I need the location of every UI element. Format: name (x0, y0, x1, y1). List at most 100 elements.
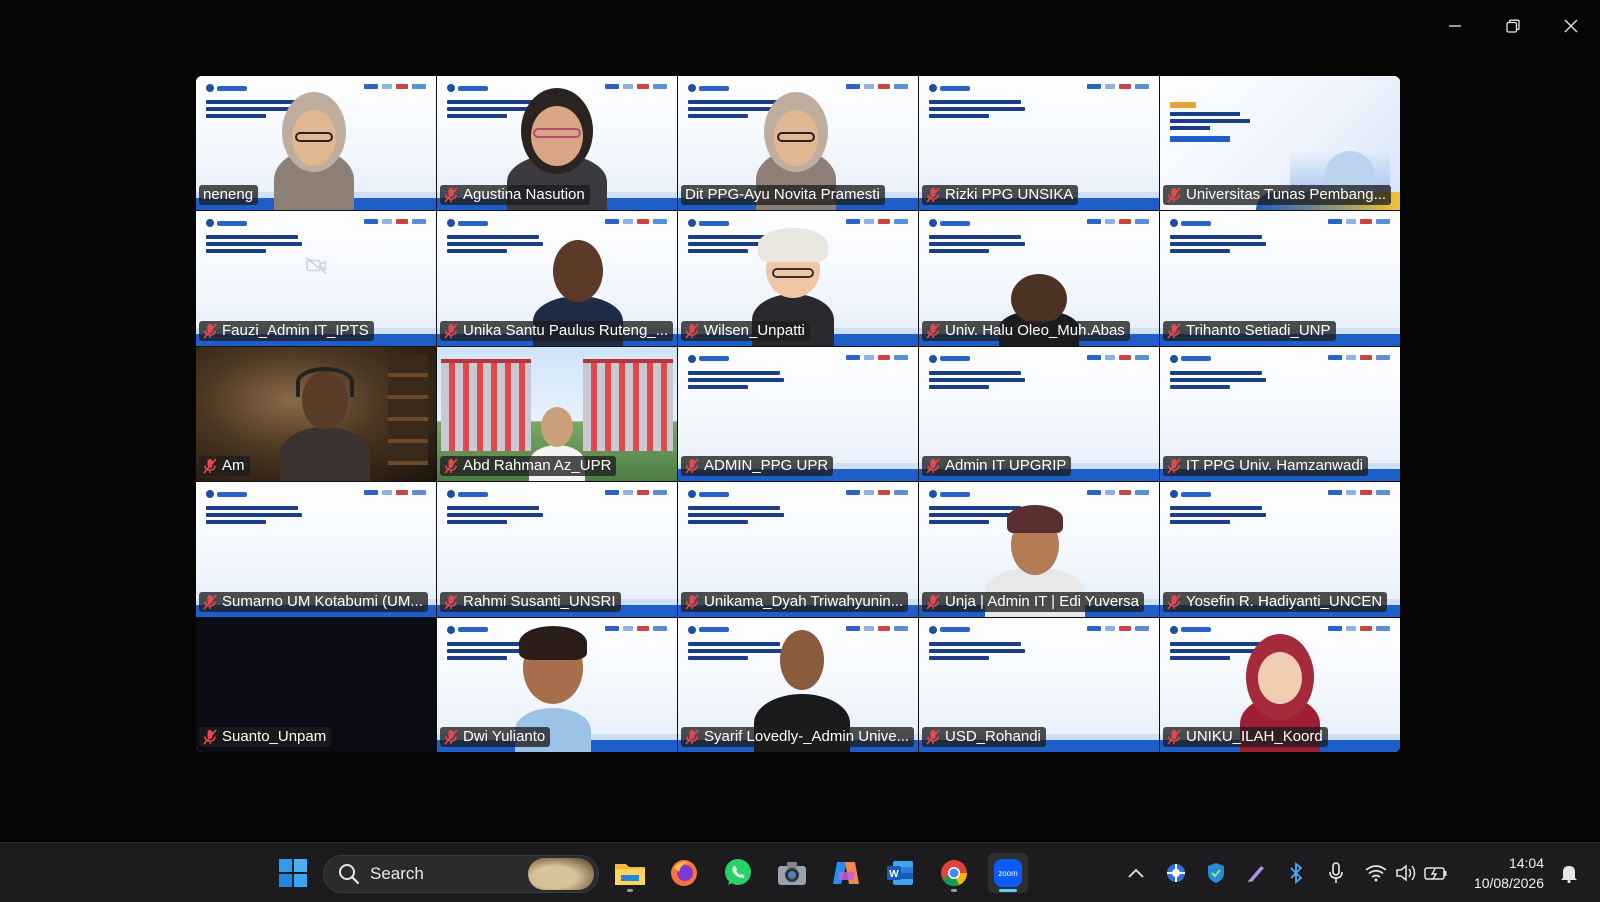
participant-tile[interactable]: Agustina Nasution (437, 76, 677, 211)
chevron-up-icon[interactable] (1120, 843, 1152, 902)
participant-name: Fauzi_Admin IT_IPTS (222, 321, 369, 339)
participant-name-label: Wilsen_Unpatti (681, 320, 810, 341)
file-explorer-icon[interactable] (610, 853, 650, 893)
participant-name: UNIKU_ILAH_Koord (1186, 727, 1323, 745)
participant-tile[interactable]: Unikama_Dyah Triwahyunin... (678, 482, 918, 617)
mic-muted-icon (203, 323, 217, 339)
pen-icon[interactable] (1240, 843, 1272, 902)
copilot-icon[interactable] (826, 853, 866, 893)
mic-muted-icon (1167, 458, 1181, 474)
participant-tile[interactable]: IT PPG Univ. Hamzanwadi (1160, 346, 1400, 482)
participant-name: Wilsen_Unpatti (704, 321, 805, 339)
participant-name: Suanto_Unpam (222, 727, 327, 745)
participant-name: Dit PPG-Ayu Novita Pramesti (685, 186, 880, 204)
participant-name: IT PPG Univ. Hamzanwadi (1186, 457, 1364, 475)
participant-tile[interactable]: Am (196, 346, 436, 482)
participant-tile[interactable]: Dit PPG-Ayu Novita Pramesti (678, 76, 918, 211)
mic-muted-icon (203, 729, 217, 745)
mic-muted-icon (444, 458, 458, 474)
zoom-icon-label: zoom (998, 869, 1018, 878)
search-highlight-image (528, 858, 594, 890)
mic-muted-icon (685, 729, 699, 745)
mic-muted-icon (203, 458, 217, 474)
participant-name: Universitas Tunas Pembang... (1186, 186, 1387, 204)
mic-muted-icon (926, 323, 940, 339)
participant-tile[interactable]: Unika Santu Paulus Ruteng_... (437, 211, 677, 346)
close-icon[interactable] (1548, 10, 1594, 42)
participant-tile[interactable]: Dwi Yulianto (437, 617, 677, 752)
participant-name-label: Rahmi Susanti_UNSRI (440, 591, 621, 612)
participant-tile[interactable]: USD_Rohandi (919, 617, 1159, 752)
svg-text:W: W (889, 869, 899, 880)
participant-tile[interactable]: Admin IT UPGRIP (919, 346, 1159, 482)
participant-tile[interactable]: Univ. Halu Oleo_Muh.Abas (919, 211, 1159, 346)
participant-name: Unika Santu Paulus Ruteng_... (463, 321, 669, 339)
participant-name: Am (222, 457, 245, 475)
participant-name-label: Dit PPG-Ayu Novita Pramesti (681, 185, 885, 206)
participant-name: Admin IT UPGRIP (945, 457, 1067, 475)
mic-muted-icon (685, 594, 699, 610)
mic-muted-icon (1167, 729, 1181, 745)
mic-muted-icon (926, 458, 940, 474)
participant-tile[interactable]: Trihanto Setiadi_UNP (1160, 211, 1400, 346)
minimize-icon[interactable] (1432, 10, 1478, 42)
app-tray-icon[interactable] (1160, 843, 1192, 902)
participant-name: Abd Rahman Az_UPR (463, 457, 612, 475)
volume-icon[interactable] (1390, 843, 1422, 902)
participant-tile[interactable]: ADMIN_PPG UPR (678, 346, 918, 482)
participant-name: Dwi Yulianto (463, 727, 546, 745)
wifi-icon[interactable] (1360, 843, 1392, 902)
participant-name-label: Syarif Lovedly-_Admin Unive... (681, 726, 915, 747)
participant-name-label: Fauzi_Admin IT_IPTS (199, 320, 374, 341)
restore-icon[interactable] (1490, 10, 1536, 42)
mic-muted-icon (926, 187, 940, 203)
participant-tile[interactable]: Fauzi_Admin IT_IPTS (196, 211, 436, 346)
participant-tile[interactable]: Yosefin R. Hadiyanti_UNCEN (1160, 482, 1400, 617)
word-icon[interactable]: W (880, 853, 920, 893)
participant-name-label: USD_Rohandi (922, 726, 1046, 747)
participant-name-label: Unja | Admin IT | Edi Yuversa (922, 591, 1145, 612)
mic-muted-icon (444, 594, 458, 610)
mic-muted-icon (1167, 594, 1181, 610)
mic-muted-icon (926, 729, 940, 745)
search-icon (339, 864, 360, 885)
zoom-icon[interactable]: zoom (988, 853, 1028, 893)
participant-name: Unikama_Dyah Triwahyunin... (704, 592, 904, 610)
participant-name: ADMIN_PPG UPR (704, 457, 829, 475)
participant-tile[interactable]: Abd Rahman Az_UPR (437, 346, 677, 482)
security-shield-icon[interactable] (1200, 843, 1232, 902)
participant-tile[interactable]: Syarif Lovedly-_Admin Unive... (678, 617, 918, 752)
mic-muted-icon (926, 594, 940, 610)
participant-tile[interactable]: Suanto_Unpam (196, 617, 436, 752)
participant-tile[interactable]: Unja | Admin IT | Edi Yuversa (919, 482, 1159, 617)
camera-icon[interactable] (772, 853, 812, 893)
participant-name: Trihanto Setiadi_UNP (1186, 321, 1331, 339)
participant-tile[interactable]: UNIKU_ILAH_Koord (1160, 617, 1400, 752)
taskbar-search[interactable]: Search (323, 855, 599, 893)
participant-tile[interactable]: Wilsen_Unpatti (678, 211, 918, 346)
mic-muted-icon (685, 458, 699, 474)
participant-name-label: Unika Santu Paulus Ruteng_... (440, 320, 674, 341)
system-clock[interactable]: 14:04 10/08/2026 (1474, 853, 1544, 893)
whatsapp-icon[interactable] (718, 853, 758, 893)
mic-muted-icon (444, 323, 458, 339)
participant-tile[interactable]: Sumarno UM Kotabumi (UM... (196, 482, 436, 617)
battery-icon[interactable] (1420, 843, 1452, 902)
participant-name-label: Sumarno UM Kotabumi (UM... (199, 591, 428, 612)
firefox-icon[interactable] (664, 853, 704, 893)
mic-muted-icon (444, 729, 458, 745)
participant-name: Rahmi Susanti_UNSRI (463, 592, 616, 610)
chrome-icon[interactable] (934, 853, 974, 893)
start-icon[interactable] (273, 853, 313, 893)
microphone-icon[interactable] (1320, 843, 1352, 902)
bluetooth-icon[interactable] (1280, 843, 1312, 902)
participant-name-label: UNIKU_ILAH_Koord (1163, 726, 1328, 747)
participant-tile[interactable]: Universitas Tunas Pembang... (1160, 76, 1400, 211)
participant-name: Rizki PPG UNSIKA (945, 186, 1074, 204)
participant-tile[interactable]: Rizki PPG UNSIKA (919, 76, 1159, 211)
participant-tile[interactable]: Rahmi Susanti_UNSRI (437, 482, 677, 617)
taskbar: Search W zoom 14:04 10/08/2026 (0, 842, 1600, 902)
notification-bell-icon[interactable] (1560, 863, 1578, 888)
participant-name: Unja | Admin IT | Edi Yuversa (945, 592, 1140, 610)
participant-tile[interactable]: neneng (196, 76, 436, 211)
